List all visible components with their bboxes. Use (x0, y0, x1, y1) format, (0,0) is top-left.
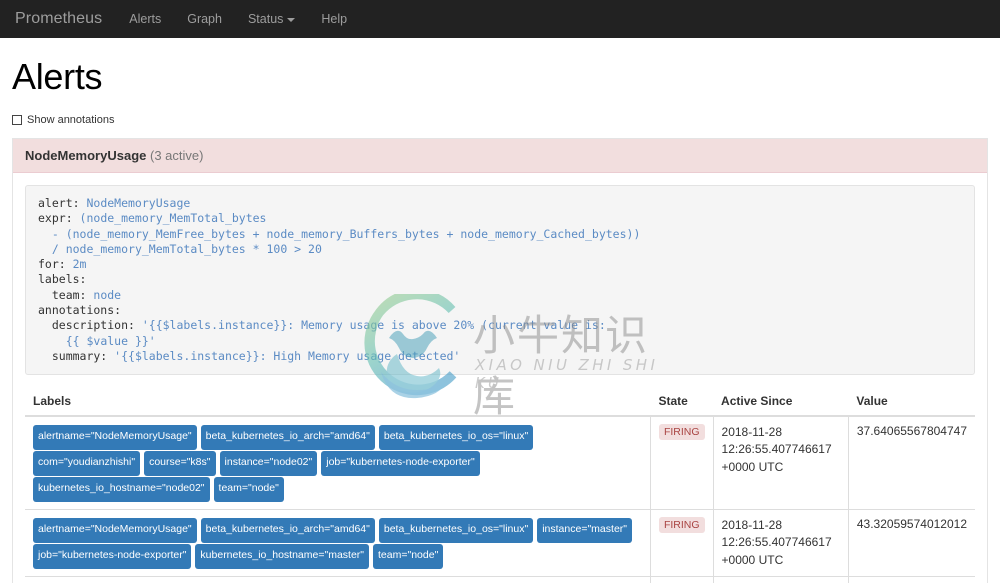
table-row: alertname="NodeMemoryUsage"beta_kubernet… (25, 576, 975, 583)
label-badge[interactable]: team="node" (213, 476, 284, 502)
rule-line-key: labels: (38, 272, 87, 287)
label-badge[interactable]: alertname="NodeMemoryUsage" (33, 517, 197, 543)
labels-cell: alertname="NodeMemoryUsage"beta_kubernet… (25, 576, 651, 583)
label-badge[interactable]: beta_kubernetes_io_arch="amd64" (200, 517, 375, 543)
rule-line-key: description: (38, 318, 142, 333)
rule-line-value: {{ $value }}' (65, 333, 156, 348)
rule-line-value: NodeMemoryUsage (86, 196, 191, 210)
table-header-row: Labels State Active Since Value (25, 387, 975, 418)
chevron-down-icon (287, 17, 296, 22)
nav-item-status[interactable]: Status (235, 0, 308, 38)
rule-line-key: annotations: (38, 302, 122, 317)
show-annotations-checkbox[interactable] (12, 115, 22, 125)
label-badge[interactable]: team="node" (373, 543, 444, 569)
label-badge[interactable]: job="kubernetes-node-exporter" (33, 543, 192, 569)
value-cell: 37.64065567804747 (847, 415, 975, 510)
table-row: alertname="NodeMemoryUsage"beta_kubernet… (25, 415, 975, 510)
label-badge[interactable]: beta_kubernetes_io_os="linux" (378, 425, 534, 451)
alert-group-panel: NodeMemoryUsage (3 active) alert: NodeMe… (12, 138, 988, 583)
label-badge[interactable]: alertname="NodeMemoryUsage" (33, 425, 197, 451)
active-since-cell: 2018-11-28 12:26:55.407746617 +0000 UTC (712, 415, 849, 510)
rule-line-key (38, 334, 66, 348)
page-container: Alerts Show annotations NodeMemoryUsage … (0, 56, 1000, 583)
rule-line-key: expr: (38, 211, 80, 226)
label-badge[interactable]: beta_kubernetes_io_arch="amd64" (200, 425, 375, 451)
rule-line-key: alert: (38, 196, 87, 210)
label-badge[interactable]: course="k8s" (144, 451, 216, 476)
alerts-table: Labels State Active Since Value alertnam… (25, 387, 975, 583)
column-header-state: State (650, 387, 714, 418)
alert-group-body: alert: NodeMemoryUsage expr: (node_memor… (13, 173, 987, 583)
labels-cell: alertname="NodeMemoryUsage"beta_kubernet… (25, 508, 651, 577)
show-annotations-row[interactable]: Show annotations (12, 114, 988, 126)
rule-line-key: team: (38, 287, 94, 302)
alert-group-name: NodeMemoryUsage (25, 148, 147, 163)
alert-group-heading[interactable]: NodeMemoryUsage (3 active) (13, 139, 987, 173)
active-since-cell: 2018-11-28 12:26:55.407746617 +0000 UTC (712, 508, 849, 577)
label-badge[interactable]: beta_kubernetes_io_os="linux" (378, 517, 534, 543)
label-badge[interactable]: kubernetes_io_hostname="node02" (33, 476, 210, 502)
column-header-value: Value (848, 387, 975, 418)
alert-group-count: (3 active) (150, 148, 204, 163)
column-header-active-since: Active Since (713, 387, 849, 418)
status-badge: FIRING (658, 424, 705, 441)
state-cell: FIRING (649, 576, 714, 583)
alerts-table-body: alertname="NodeMemoryUsage" beta_kubernet… (25, 415, 975, 583)
value-cell: 43.32059574012012 (847, 508, 975, 577)
column-header-labels: Labels (25, 387, 651, 418)
nav-item-status-label: Status (247, 12, 284, 26)
rule-line-value: 2m (72, 257, 87, 272)
rule-line-value: - (node_memory_MemFree_bytes + node_memo… (51, 226, 641, 241)
nav-item-alerts[interactable]: Alerts (116, 0, 174, 38)
rule-line-key: for: (38, 257, 73, 272)
labels-cell: alertname="NodeMemoryUsage"beta_kubernet… (25, 415, 651, 510)
active-since-cell: 2018-11-28 12:26:55.407746617 +0000 UTC (712, 576, 849, 583)
show-annotations-label: Show annotations (27, 114, 115, 126)
status-badge: FIRING (658, 516, 705, 533)
alert-rule-code: alert: NodeMemoryUsage expr: (node_memor… (25, 185, 975, 376)
label-badge[interactable]: com="youdianzhishi" (33, 451, 141, 476)
page-title: Alerts (12, 56, 103, 97)
top-navbar: Prometheus Alerts Graph Status Help (0, 0, 1000, 38)
rule-line-value: (node_memory_MemTotal_bytes (79, 211, 267, 226)
table-row: alertname="NodeMemoryUsage"beta_kubernet… (25, 508, 975, 577)
state-cell: FIRING (649, 415, 714, 510)
nav-item-graph[interactable]: Graph (174, 0, 235, 38)
rule-line-value: node (93, 287, 122, 302)
label-badge[interactable]: instance="master" (537, 517, 633, 543)
rule-line-key (38, 227, 52, 241)
label-badge[interactable]: job="kubernetes-node-exporter" (321, 451, 480, 476)
rule-line-value: / node_memory_MemTotal_bytes * 100 > 20 (51, 241, 322, 256)
state-cell: FIRING (649, 508, 714, 577)
rule-line-value: '{{$labels.instance}}: High Memory usage… (114, 348, 461, 363)
rule-line-key (38, 242, 52, 256)
nav-item-help[interactable]: Help (308, 0, 360, 38)
rule-line-value: '{{$labels.instance}}: Memory usage is a… (141, 318, 606, 333)
label-badge[interactable]: instance="node02" (219, 451, 318, 476)
value-cell: 29.43982048530683 (847, 576, 975, 583)
rule-line-key: summary: (38, 348, 115, 363)
label-badge[interactable]: kubernetes_io_hostname="master" (195, 543, 370, 569)
brand-prometheus[interactable]: Prometheus (12, 0, 116, 38)
